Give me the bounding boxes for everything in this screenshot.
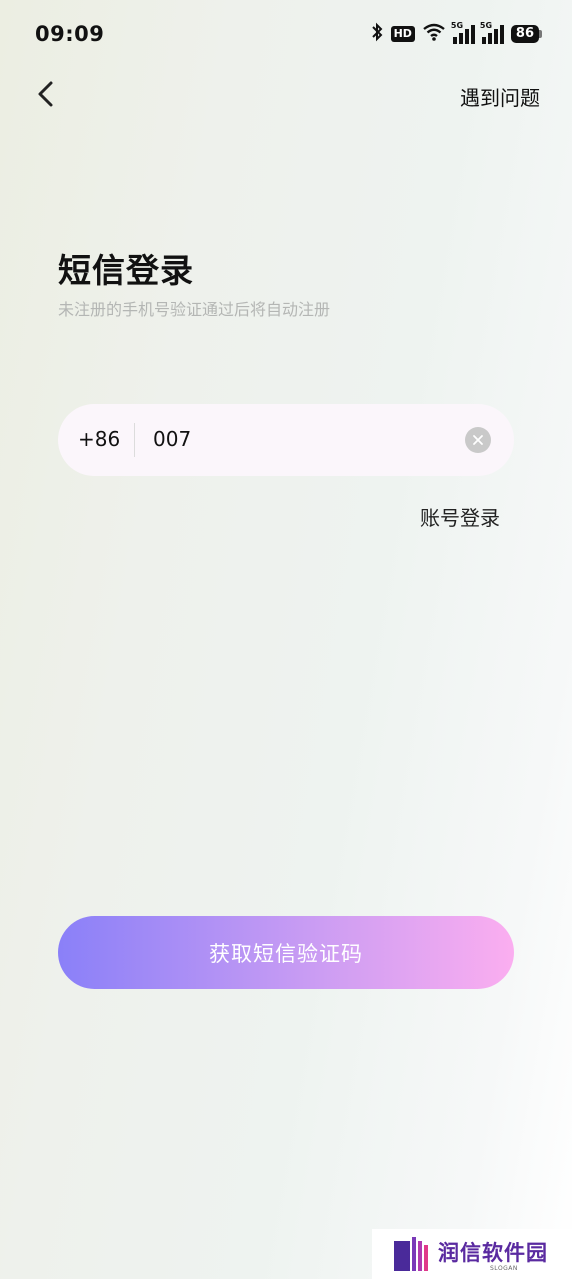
signal-5g-icon: 5G (451, 21, 475, 44)
back-button[interactable] (30, 80, 62, 112)
watermark-logo-icon (394, 1237, 428, 1271)
signal-5g-icon: 5G (480, 21, 504, 44)
chevron-left-icon (36, 80, 56, 112)
get-sms-code-label: 获取短信验证码 (209, 941, 363, 966)
get-sms-code-button[interactable]: 获取短信验证码 (58, 916, 514, 989)
page-subtitle: 未注册的手机号验证通过后将自动注册 (58, 300, 331, 319)
account-login-link[interactable]: 账号登录 (420, 502, 500, 531)
country-code-selector[interactable]: +86 (78, 427, 120, 451)
clear-button[interactable] (465, 427, 491, 453)
battery-level: 86 (510, 25, 539, 43)
battery-icon: 86 (510, 25, 542, 43)
phone-field: +86 (58, 404, 514, 476)
watermark: 润信软件园 SLOGAN (372, 1229, 572, 1279)
help-link[interactable]: 遇到问题 (460, 82, 540, 111)
wifi-icon (422, 22, 446, 46)
clear-icon (472, 431, 484, 450)
status-time: 09:09 (35, 22, 105, 46)
hd-icon: HD (390, 26, 415, 42)
watermark-text: 润信软件园 (438, 1241, 548, 1265)
page-title: 短信登录 (58, 251, 194, 290)
watermark-slogan: SLOGAN (490, 1265, 518, 1272)
bluetooth-icon (370, 22, 384, 46)
status-bar: 09:09 HD 5G 5G 86 (0, 0, 572, 70)
field-divider (134, 423, 135, 457)
status-icons: HD 5G 5G 86 (370, 21, 542, 46)
phone-input[interactable] (153, 422, 443, 456)
